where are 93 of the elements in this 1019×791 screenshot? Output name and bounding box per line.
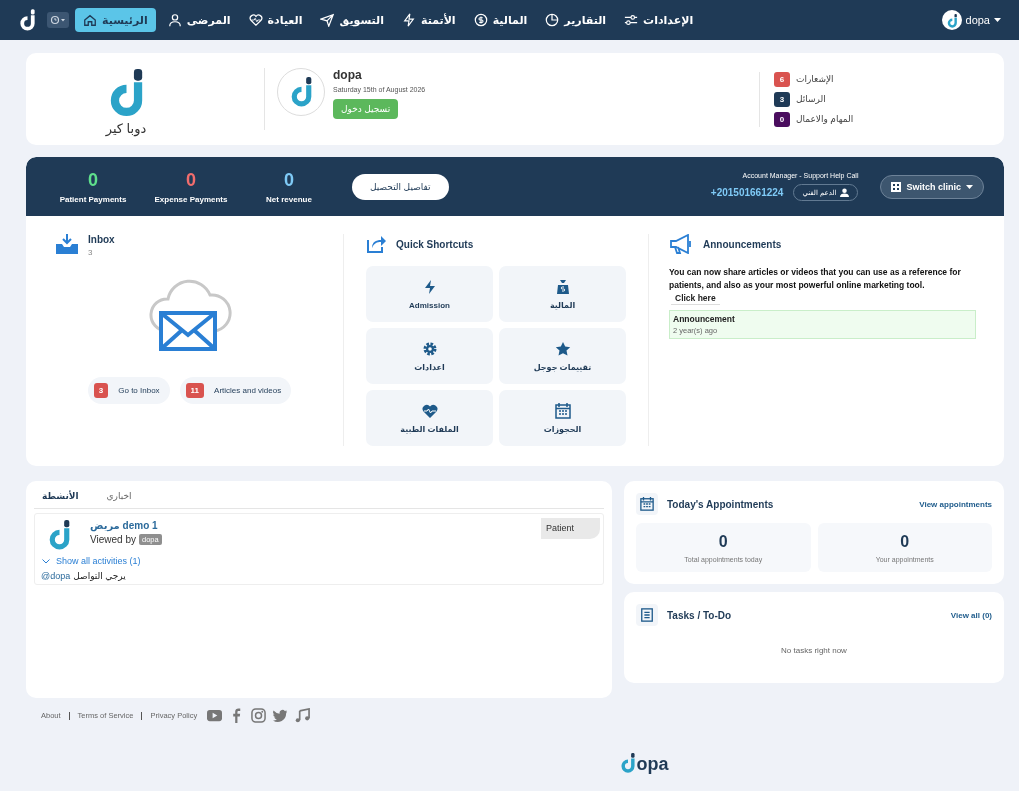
calendar-icon <box>554 402 571 419</box>
patient-link[interactable]: مريض demo 1 <box>90 520 158 531</box>
building-icon <box>891 181 902 192</box>
star-icon <box>554 340 571 357</box>
nav-item[interactable]: الرئيسية <box>75 8 156 32</box>
stat-label: Patient Payments <box>58 194 128 204</box>
nav-item[interactable]: الإعدادات <box>618 8 700 32</box>
count-badge: 6 <box>774 71 790 87</box>
switch-clinic-button[interactable]: Switch clinic <box>880 174 984 199</box>
stat-value: 0 <box>283 169 295 191</box>
chevron-down-icon <box>42 558 50 564</box>
calendar-icon <box>640 497 654 511</box>
money-bag-icon <box>554 278 571 295</box>
viewed-by-text: Viewed by <box>90 534 136 545</box>
nav-item[interactable]: المالية <box>467 8 534 32</box>
avatar-icon <box>941 10 962 30</box>
card-title: Today's Appointments <box>667 498 775 510</box>
stat-value: 0 <box>899 533 911 551</box>
user-icon <box>840 188 850 197</box>
shortcut-tile[interactable]: الحجوزات <box>499 390 626 446</box>
megaphone-icon <box>669 234 693 254</box>
shortcut-tile[interactable]: Admission <box>366 266 493 322</box>
inbox-button[interactable]: 3 Go to Inbox <box>87 377 170 404</box>
heart-pulse-icon <box>248 13 263 27</box>
nav-item[interactable]: التقارير <box>539 8 613 32</box>
youtube-icon[interactable] <box>207 708 223 723</box>
counter-label[interactable]: المهام والاعمال <box>796 114 854 124</box>
user-icon <box>167 13 182 27</box>
nav-item[interactable]: التسويق <box>314 8 390 32</box>
view-link[interactable]: View appointments <box>919 499 992 509</box>
nav-item[interactable]: العيادة <box>242 8 309 32</box>
logo-icon <box>49 520 70 550</box>
count-badge: 3 <box>774 91 790 107</box>
show-activities-link[interactable]: Show all activities (1) <box>42 556 603 566</box>
empty-message: No tasks right now <box>780 646 848 655</box>
section-title: Inbox <box>88 234 115 245</box>
mention-link[interactable]: @dopa <box>41 571 71 581</box>
stat-value: 0 <box>87 169 99 191</box>
share-icon <box>366 234 386 254</box>
pie-chart-icon <box>545 13 560 27</box>
count-badge: 11 <box>185 383 205 398</box>
card-title: Tasks / To-Do <box>667 609 733 621</box>
stat-label: Net revenue <box>265 194 313 204</box>
announcement-title: Announcement <box>673 313 736 324</box>
view-link[interactable]: View all (0) <box>950 610 992 620</box>
home-icon <box>83 13 97 27</box>
instagram-icon[interactable] <box>251 708 267 723</box>
shortcut-tile[interactable]: الملفات الطبية <box>366 390 493 446</box>
tab[interactable]: الأنشطة <box>42 491 79 501</box>
clock-dropdown-icon[interactable] <box>47 12 69 28</box>
announcement-text: You can now share articles or videos that you can use as a reference for patients, and also as your most powerful online marketing tool. Click here <box>669 266 962 306</box>
count-badge: 3 <box>93 383 109 398</box>
shortcut-tile[interactable]: المالية <box>499 266 626 322</box>
tab[interactable]: اخباري <box>106 491 132 501</box>
logo-text: opa <box>636 755 669 773</box>
user-name: dopa <box>333 68 363 82</box>
collection-details-button[interactable]: تفاصيل التحصيل <box>352 173 449 200</box>
logo-icon[interactable] <box>20 9 35 31</box>
gear-icon <box>421 340 438 357</box>
counter-label[interactable]: الرسائل <box>796 94 826 104</box>
stat-label: Expense Payments <box>153 194 229 204</box>
nav-item[interactable]: المرضى <box>161 8 237 32</box>
list-icon <box>640 608 654 622</box>
counter-label[interactable]: الإشعارات <box>796 74 834 84</box>
stat-value: 0 <box>717 533 729 551</box>
count-badge: 0 <box>774 111 790 127</box>
dollar-icon <box>473 13 488 27</box>
clinic-name: دوبا كير <box>105 120 147 136</box>
phone-number: +201501661224 <box>710 187 784 198</box>
nav-item[interactable]: الأتمتة <box>396 8 462 32</box>
send-icon <box>320 13 335 27</box>
click-here-link[interactable]: Click here <box>671 292 720 306</box>
caret-icon <box>994 18 1001 22</box>
clinic-logo <box>109 68 143 117</box>
stat-value: 0 <box>185 169 197 191</box>
comment-text: يرجي التواصل <box>73 571 126 581</box>
inbox-button[interactable]: 11 Articles and videos <box>179 377 292 404</box>
lightning-icon <box>402 13 416 27</box>
bird-icon[interactable] <box>273 708 289 723</box>
message-count: 3 <box>88 248 94 257</box>
shortcut-tile[interactable]: اعدادات <box>366 328 493 384</box>
music-note-icon[interactable] <box>295 708 311 723</box>
section-title: Quick Shortcuts <box>396 238 474 250</box>
user-menu[interactable]: dopa <box>941 10 1001 30</box>
section-title: Announcements <box>703 238 782 250</box>
sliders-icon <box>624 13 639 27</box>
heart-pulse-icon <box>421 402 438 419</box>
caret-icon <box>966 184 973 189</box>
patient-tag: Patient <box>540 518 600 539</box>
logo-icon <box>290 77 312 107</box>
shortcut-tile[interactable]: تقييمات جوجل <box>499 328 626 384</box>
inbox-icon <box>56 234 78 254</box>
logo-icon <box>621 753 636 773</box>
